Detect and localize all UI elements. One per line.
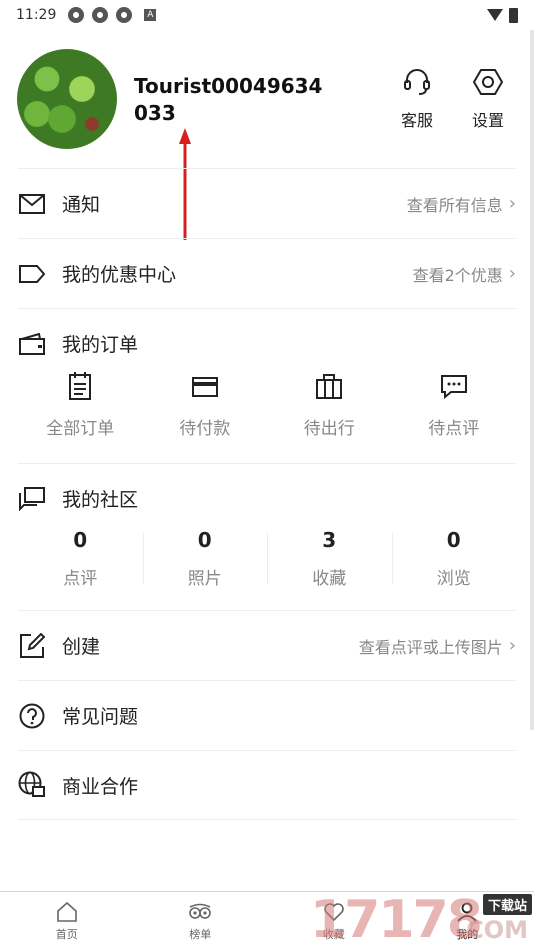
order-pending-review-button[interactable]: 待点评 — [392, 372, 517, 462]
view-reviews-upload-link[interactable]: 查看点评或上传图片 › — [359, 634, 516, 658]
order-all-button[interactable]: 全部订单 — [18, 372, 143, 462]
tab-home[interactable]: 首页 — [0, 892, 134, 950]
username: Tourist00049634033 — [134, 74, 323, 125]
faq-row[interactable]: 常见问题 — [18, 680, 516, 750]
business-row[interactable]: 商业合作 — [18, 750, 516, 820]
tab-rankings-label: 榜单 — [189, 928, 212, 941]
stat-value: 0 — [73, 528, 88, 552]
orders-title: 我的订单 — [62, 334, 139, 356]
chevron-right-icon: › — [508, 263, 516, 284]
wifi-icon — [487, 9, 503, 21]
view-all-messages-link[interactable]: 查看所有信息 › — [407, 192, 516, 216]
order-pending-review-label: 待点评 — [428, 419, 480, 439]
view-reviews-upload-label: 查看点评或上传图片 — [358, 637, 503, 657]
tab-rankings[interactable]: 榜单 — [134, 892, 268, 950]
home-icon — [56, 902, 77, 922]
watermark-tag: 下载站 — [482, 894, 532, 915]
status-time: 11:29 — [16, 7, 57, 23]
avatar[interactable] — [17, 49, 117, 149]
community-stats: 0 点评 0 照片 3 收藏 0 浏览 — [18, 528, 516, 608]
headset-icon — [404, 69, 430, 95]
tab-home-label: 首页 — [55, 928, 78, 941]
card-icon — [191, 377, 218, 397]
stat-value: 3 — [322, 528, 337, 552]
owl-icon — [189, 903, 212, 919]
status-bar: 11:29 A — [0, 0, 534, 30]
watermark-suffix: .COM — [456, 916, 528, 944]
help-icon — [18, 702, 46, 730]
notifications-row[interactable]: 通知 查看所有信息 › — [18, 168, 516, 238]
stat-reviews[interactable]: 0 点评 — [18, 528, 143, 608]
clipboard-icon — [69, 372, 92, 400]
stat-value: 0 — [446, 528, 461, 552]
profile-header: Tourist00049634033 客服 设置 — [17, 49, 534, 149]
customer-service-label: 客服 — [400, 111, 433, 130]
stat-label: 浏览 — [436, 569, 471, 589]
settings-button[interactable]: 设置 — [463, 67, 513, 131]
chevron-right-icon: › — [508, 635, 516, 656]
create-row[interactable]: 创建 查看点评或上传图片 › — [18, 610, 516, 680]
battery-icon — [509, 7, 518, 23]
notification-icon — [116, 7, 133, 23]
stat-favorites[interactable]: 3 收藏 — [267, 528, 392, 608]
watermark-number: 17178 — [310, 890, 483, 950]
stat-label: 照片 — [187, 569, 222, 589]
business-title: 商业合作 — [62, 775, 139, 798]
coupons-title: 我的优惠中心 — [62, 264, 177, 286]
notification-icon — [68, 7, 85, 23]
status-badge: A — [144, 9, 157, 21]
wallet-icon — [18, 330, 46, 358]
stat-label: 收藏 — [312, 569, 347, 589]
orders-row[interactable]: 我的订单 — [18, 308, 516, 378]
globe-icon — [18, 771, 46, 799]
community-row[interactable]: 我的社区 — [18, 463, 516, 533]
site-watermark: 17178 下载站 .COM — [310, 890, 534, 950]
customer-service-button[interactable]: 客服 — [392, 67, 442, 131]
stat-value: 0 — [197, 528, 212, 552]
settings-label: 设置 — [471, 111, 504, 130]
chevron-right-icon: › — [508, 193, 516, 214]
coupons-row[interactable]: 我的优惠中心 查看2个优惠 › — [18, 238, 516, 308]
orders-grid: 全部订单 待付款 待出行 待点评 — [18, 372, 516, 462]
stat-views[interactable]: 0 浏览 — [391, 528, 517, 608]
order-upcoming-trip-button[interactable]: 待出行 — [267, 372, 392, 462]
stat-photos[interactable]: 0 照片 — [142, 528, 268, 608]
gear-icon — [472, 69, 504, 95]
order-upcoming-trip-label: 待出行 — [303, 419, 355, 439]
edit-icon — [18, 632, 46, 660]
chat-bubbles-icon — [18, 485, 46, 513]
comment-icon — [440, 375, 467, 400]
suitcase-icon — [316, 374, 343, 399]
order-pending-payment-button[interactable]: 待付款 — [143, 372, 268, 462]
view-coupons-label: 查看2个优惠 — [412, 265, 503, 285]
mail-icon — [18, 190, 46, 218]
notifications-title: 通知 — [62, 194, 101, 216]
stat-label: 点评 — [63, 569, 98, 589]
faq-title: 常见问题 — [62, 706, 139, 728]
view-all-messages-label: 查看所有信息 — [406, 195, 503, 215]
create-title: 创建 — [62, 636, 101, 658]
tag-icon — [18, 260, 46, 288]
order-pending-payment-label: 待付款 — [179, 419, 231, 439]
order-all-label: 全部订单 — [46, 419, 115, 439]
notification-icon — [92, 7, 109, 23]
community-title: 我的社区 — [62, 489, 139, 511]
view-coupons-link[interactable]: 查看2个优惠 › — [413, 262, 516, 286]
